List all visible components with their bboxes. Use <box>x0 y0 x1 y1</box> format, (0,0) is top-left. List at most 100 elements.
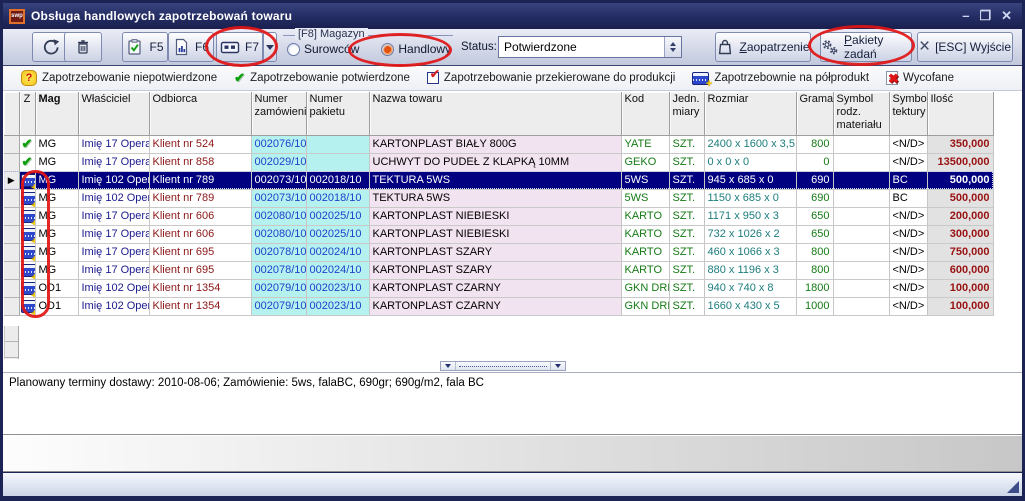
cell-symbol-tektury: <N/D> <box>889 225 927 243</box>
delivery-info-text: Planowany terminy dostawy: 2010-08-06; Z… <box>9 377 484 389</box>
col-symbol-tektury[interactable]: Symbol tektury <box>889 92 927 135</box>
splitter-bar <box>3 359 1022 373</box>
card-icon <box>220 38 240 56</box>
collapse-left-button[interactable] <box>441 362 456 370</box>
close-button[interactable]: ✕ <box>1001 9 1012 23</box>
f7-label: F7 <box>245 40 259 54</box>
cell-mag: MG <box>35 189 78 207</box>
col-odbiorca[interactable]: Odbiorca <box>149 92 251 135</box>
cell-symbol-rodz <box>833 261 889 279</box>
resize-grip-icon[interactable] <box>1007 481 1019 493</box>
col-jedn-miary[interactable]: Jedn. miary <box>669 92 704 135</box>
legend-bar: Zapotrzebowanie niepotwierdzone Zapotrze… <box>3 66 1022 91</box>
col-nazwa-towaru[interactable]: Nazwa towaru <box>369 92 621 135</box>
radio-surowcow[interactable]: Surowców <box>287 42 359 56</box>
delete-button[interactable] <box>64 32 102 62</box>
cell-kod: GEKO <box>621 153 669 171</box>
cell-symbol-tektury: <N/D> <box>889 297 927 315</box>
confirm-f5-button[interactable]: F5 <box>122 32 168 62</box>
row-status-icon <box>19 279 35 297</box>
col-z[interactable]: Z <box>19 92 35 135</box>
package-f7-button[interactable]: F7 <box>216 32 263 62</box>
cell-symbol-tektury: BC <box>889 189 927 207</box>
splitter-handle[interactable] <box>459 366 547 367</box>
row-status-icon <box>19 243 35 261</box>
cell-jedn-miary: SZT. <box>669 153 704 171</box>
cell-wlasciciel: Imię 102 Opera <box>78 279 149 297</box>
cell-gramatura: 650 <box>796 207 833 225</box>
radio-handlowy[interactable]: Handlowy <box>381 42 451 56</box>
col-ilosc[interactable]: Ilość <box>927 92 993 135</box>
cell-odbiorca: Klient nr 1354 <box>149 279 251 297</box>
legend-item-label: Zapotrzebowanie niepotwierdzone <box>42 72 217 84</box>
table-row[interactable]: MG Imię 17 Operat Klient nr 858 002029/1… <box>4 153 993 171</box>
cell-jedn-miary: SZT. <box>669 243 704 261</box>
table-header-row: Z Mag Właściciel Odbiorca Numer zamówien… <box>4 92 993 135</box>
cell-jedn-miary: SZT. <box>669 225 704 243</box>
cell-symbol-tektury: <N/D> <box>889 261 927 279</box>
legend-status-icon <box>427 72 439 84</box>
cell-symbol-rodz <box>833 189 889 207</box>
row-marker <box>4 207 19 225</box>
cell-rozmiar: 880 x 1196 x 3 <box>704 261 796 279</box>
table-row[interactable]: MG Imię 17 Operat Klient nr 606 002080/1… <box>4 225 993 243</box>
cell-jedn-miary: SZT. <box>669 207 704 225</box>
cell-jedn-miary: SZT. <box>669 297 704 315</box>
f7-dropdown-button[interactable] <box>263 32 277 62</box>
cell-nazwa-towaru: KARTONPLAST CZARNY <box>369 297 621 315</box>
maximize-button[interactable]: ❒ <box>979 9 991 23</box>
status-bar <box>3 434 1022 472</box>
cell-nazwa-towaru: UCHWYT DO PUDEŁ Z KLAPKĄ 10MM <box>369 153 621 171</box>
cell-kod: 5WS <box>621 189 669 207</box>
cell-odbiorca: Klient nr 524 <box>149 135 251 153</box>
cell-nazwa-towaru: KARTONPLAST BIAŁY 800G <box>369 135 621 153</box>
minimize-button[interactable]: – <box>962 9 969 23</box>
magazyn-group-label: [F8] Magazyn <box>295 28 368 40</box>
legend-item: Zapotrzebowanie potwierdzone <box>234 70 410 86</box>
cell-jedn-miary: SZT. <box>669 261 704 279</box>
table-row[interactable]: MG Imię 17 Operat Klient nr 695 002078/1… <box>4 243 993 261</box>
spinner-icon[interactable] <box>664 37 681 57</box>
clipboard-check-icon <box>126 38 144 56</box>
cell-mag: OD1 <box>35 297 78 315</box>
row-status-icon <box>19 297 35 315</box>
gears-icon <box>821 39 839 56</box>
cell-numer-pakietu <box>306 135 369 153</box>
f6-label: F6 <box>195 40 209 54</box>
table-row[interactable]: MG Imię 17 Operat Klient nr 606 002080/1… <box>4 207 993 225</box>
col-numer-zamowienia[interactable]: Numer zamówienia <box>251 92 306 135</box>
col-gramatura[interactable]: Gramat <box>796 92 833 135</box>
table-row[interactable]: MG Imię 102 Opera Klient nr 789 002073/1… <box>4 189 993 207</box>
cell-symbol-rodz <box>833 171 889 189</box>
splitter-collapse-widget[interactable] <box>440 361 566 371</box>
cell-nazwa-towaru: TEKTURA 5WS <box>369 189 621 207</box>
row-marker <box>4 243 19 261</box>
col-numer-pakietu[interactable]: Numer pakietu <box>306 92 369 135</box>
cell-kod: 5WS <box>621 171 669 189</box>
table-row[interactable]: MG Imię 17 Operat Klient nr 695 002078/1… <box>4 261 993 279</box>
cell-jedn-miary: SZT. <box>669 135 704 153</box>
cell-numer-zamowienia: 002073/10 <box>251 189 306 207</box>
table-row[interactable]: ▶ MG Imię 102 Opera Klient nr 789 002073… <box>4 171 993 189</box>
cell-mag: MG <box>35 243 78 261</box>
table-row[interactable]: OD1 Imię 102 Opera Klient nr 1354 002079… <box>4 297 993 315</box>
col-mag[interactable]: Mag <box>35 92 78 135</box>
zaopatrzenie-label: Zaopatrzenie <box>739 40 809 54</box>
col-wlasciciel[interactable]: Właściciel <box>78 92 149 135</box>
col-kod[interactable]: Kod <box>621 92 669 135</box>
cell-wlasciciel: Imię 17 Operat <box>78 243 149 261</box>
wyjscie-button[interactable]: × [ESC] Wyjście <box>917 32 1013 62</box>
cell-nazwa-towaru: TEKTURA 5WS <box>369 171 621 189</box>
close-x-icon: × <box>919 38 930 56</box>
collapse-right-button[interactable] <box>550 362 565 370</box>
report-f6-button[interactable]: F6 <box>168 32 214 62</box>
col-rozmiar[interactable]: Rozmiar <box>704 92 796 135</box>
status-combobox[interactable]: Potwierdzone <box>498 36 682 58</box>
table-row[interactable]: OD1 Imię 102 Opera Klient nr 1354 002079… <box>4 279 993 297</box>
col-symbol-rodz-materialu[interactable]: Symbol rodz. materiału <box>833 92 889 135</box>
pakiety-zadan-button[interactable]: Pakiety zadań <box>820 32 912 62</box>
zaopatrzenie-button[interactable]: Zaopatrzenie <box>715 32 811 62</box>
cell-ilosc: 300,000 <box>927 225 993 243</box>
table-row[interactable]: MG Imię 17 Operat Klient nr 524 002076/1… <box>4 135 993 153</box>
legend-status-icon <box>21 70 37 86</box>
